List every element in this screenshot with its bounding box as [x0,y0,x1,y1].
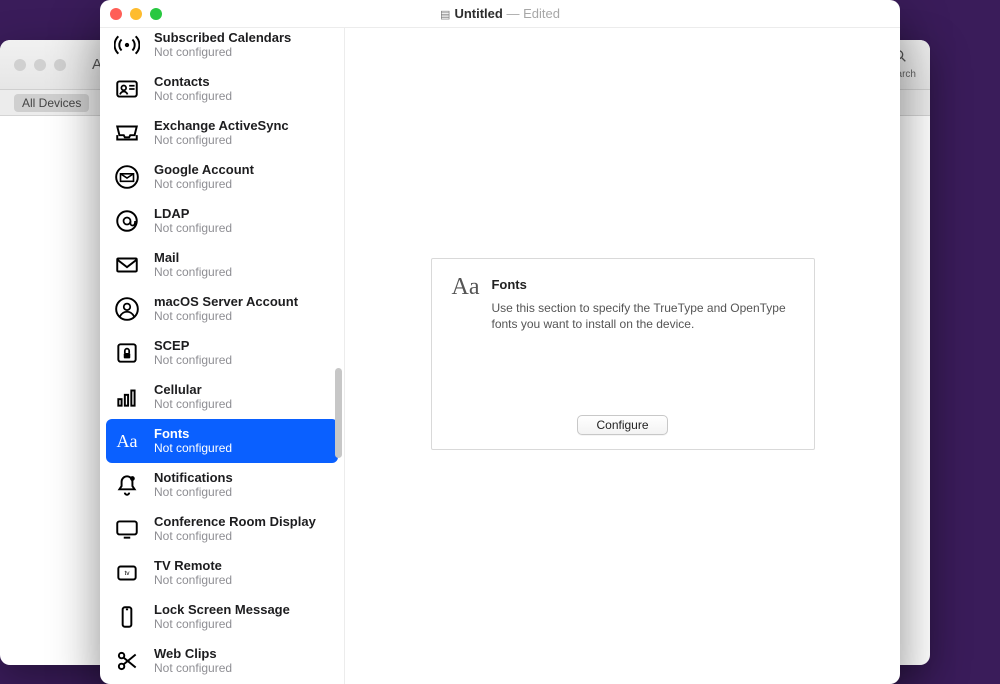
sidebar-item-label: Conference Room Display [154,515,316,530]
sidebar-item-notifications[interactable]: NotificationsNot configured [100,463,344,507]
aa-icon: Aa [112,426,142,456]
fonts-panel: Aa Fonts Use this section to specify the… [431,258,815,450]
sidebar-item-status: Not configured [154,178,254,192]
envelope-icon [112,250,142,280]
sidebar-item-conference-room[interactable]: Conference Room DisplayNot configured [100,507,344,551]
sidebar-item-label: Notifications [154,471,233,486]
sidebar-item-label: Cellular [154,383,232,398]
payload-detail-pane: Aa Fonts Use this section to specify the… [345,28,900,684]
sidebar-item-exchange-activesync[interactable]: Exchange ActiveSyncNot configured [100,111,344,155]
profile-editor-window: ▤Untitled — Edited Subscribed CalendarsN… [100,0,900,684]
sidebar-item-status: Not configured [154,354,232,368]
sidebar-item-status: Not configured [154,310,298,324]
sidebar-item-google-account[interactable]: Google AccountNot configured [100,155,344,199]
phone-icon [112,602,142,632]
sidebar-item-label: Web Clips [154,647,232,662]
titlebar[interactable]: ▤ Untitled — Edited [100,0,900,28]
sidebar-item-label: Mail [154,251,232,266]
sidebar-item-status: Not configured [154,90,232,104]
sidebar-item-status: Not configured [154,442,232,456]
sidebar-item-label: Contacts [154,75,232,90]
sidebar-item-label: Lock Screen Message [154,603,290,618]
edited-indicator: — Edited [503,6,560,21]
sidebar-item-status: Not configured [154,574,232,588]
sidebar-item-tv-remote[interactable]: TV RemoteNot configured [100,551,344,595]
sidebar-item-label: LDAP [154,207,232,222]
traffic-light-disabled [54,59,66,71]
sidebar-item-status: Not configured [154,134,289,148]
bell-icon [112,470,142,500]
sidebar-item-label: Fonts [154,427,232,442]
monitor-icon [112,514,142,544]
lock-square-icon [112,338,142,368]
document-icon: ▤ [440,9,450,21]
sidebar-item-cellular[interactable]: CellularNot configured [100,375,344,419]
bars-icon [112,382,142,412]
configure-button[interactable]: Configure [577,415,667,435]
sidebar-item-scep[interactable]: SCEPNot configured [100,331,344,375]
at-icon [112,206,142,236]
profile-circle-icon [112,294,142,324]
sidebar-item-macos-server[interactable]: macOS Server AccountNot configured [100,287,344,331]
broadcast-icon [112,30,142,60]
sidebar-item-ldap[interactable]: LDAPNot configured [100,199,344,243]
envelope-circle-icon [112,162,142,192]
sidebar-item-status: Not configured [154,398,232,412]
sidebar-item-mail[interactable]: MailNot configured [100,243,344,287]
traffic-light-disabled [34,59,46,71]
sidebar-item-contacts[interactable]: ContactsNot configured [100,67,344,111]
sidebar-item-label: Subscribed Calendars [154,31,291,46]
panel-title: Fonts [491,277,793,292]
traffic-light-disabled [14,59,26,71]
window-title: ▤ Untitled — Edited [100,6,900,21]
sidebar-item-status: Not configured [154,46,291,60]
sidebar-item-status: Not configured [154,266,232,280]
payload-sidebar[interactable]: Subscribed CalendarsNot configuredContac… [100,28,345,684]
tv-icon [112,558,142,588]
zoom-button[interactable] [150,8,162,20]
sidebar-item-status: Not configured [154,486,233,500]
sidebar-item-label: Google Account [154,163,254,178]
sidebar-scrollbar[interactable] [335,368,342,458]
contact-card-icon [112,74,142,104]
sidebar-item-label: macOS Server Account [154,295,298,310]
scissors-icon [112,646,142,676]
sidebar-item-status: Not configured [154,662,232,676]
panel-description: Use this section to specify the TrueType… [491,300,793,332]
background-traffic-lights [14,59,66,71]
close-button[interactable] [110,8,122,20]
sidebar-item-status: Not configured [154,618,290,632]
sidebar-item-label: SCEP [154,339,232,354]
fonts-icon: Aa [452,275,480,299]
sidebar-item-label: TV Remote [154,559,232,574]
traffic-lights [110,8,162,20]
document-name: Untitled [454,6,502,21]
minimize-button[interactable] [130,8,142,20]
sidebar-item-label: Exchange ActiveSync [154,119,289,134]
filter-pill-all-devices[interactable]: All Devices [14,94,89,112]
sidebar-item-lock-screen[interactable]: Lock Screen MessageNot configured [100,595,344,639]
sidebar-item-status: Not configured [154,222,232,236]
sidebar-item-web-clips[interactable]: Web ClipsNot configured [100,639,344,683]
sidebar-item-subscribed-calendars[interactable]: Subscribed CalendarsNot configured [100,28,344,67]
sidebar-item-fonts[interactable]: Aa FontsNot configured [106,419,338,463]
inbox-icon [112,118,142,148]
sidebar-item-status: Not configured [154,530,316,544]
